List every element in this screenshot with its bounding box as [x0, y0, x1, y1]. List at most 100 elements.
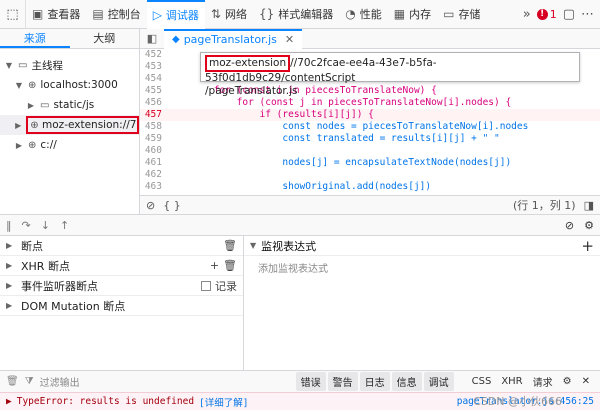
error-count-badge[interactable]: ! 1	[536, 8, 557, 21]
watch-header[interactable]: ▼ 监视表达式 +	[244, 236, 600, 256]
tab-memory[interactable]: ▦ 内存	[388, 0, 437, 29]
watch-input[interactable]: 添加监视表达式	[244, 256, 600, 279]
blackbox-icon[interactable]: ⊘	[146, 199, 155, 212]
tree-item-moz-extension[interactable]: ▶ ⊕ moz-extension://76b2	[0, 115, 139, 135]
debugger-controls-right: ⊘ ⚙	[565, 219, 594, 232]
filter-icon: ⧩	[24, 376, 34, 387]
tab-console[interactable]: ▤ 控制台	[86, 0, 146, 29]
accordion-actions: 🗑	[223, 239, 237, 252]
performance-icon: ◔	[345, 7, 356, 21]
filter-input[interactable]: 过滤输出	[40, 374, 80, 389]
devtools-toolbar: ⬚ ▣ 查看器 ▤ 控制台 ▷ 调试器 ⇅ 网络 {} 样式编辑器 ◔ 性能 ▦ 内存 ▭ 存储…	[0, 0, 600, 29]
tree-item-static-js[interactable]: ▶ ▭ static/js	[0, 95, 139, 115]
accordion-actions: 记录	[201, 278, 237, 294]
sources-tabs: 来源 大纲	[0, 29, 139, 49]
toggle-sidebar-right-icon[interactable]: ◨	[584, 199, 594, 212]
toolbar-right: » ! 1 ▢ ⋯	[523, 7, 600, 22]
deactivate-breakpoints-icon[interactable]: ⊘	[565, 219, 574, 232]
editor-footer: ⊘ { } (行 1，列 1) ◨	[140, 195, 600, 214]
globe-icon: ⊕	[28, 79, 37, 91]
debugger-icon: ▷	[152, 8, 162, 22]
error-arrow-icon[interactable]: ▶	[6, 396, 12, 407]
filter-xhr[interactable]: XHR	[497, 376, 526, 387]
console-icon: ▤	[92, 7, 104, 21]
trash-icon[interactable]: 🗑	[223, 239, 237, 252]
code-line: 458 const nodes = piecesToTranslateNow[i…	[144, 121, 529, 132]
filter-debug[interactable]: 调试	[423, 372, 454, 391]
cursor-position: (行 1，列 1)	[513, 199, 576, 212]
collapsed-arrow-icon: ▶	[15, 120, 22, 130]
filter-warnings[interactable]: 警告	[327, 372, 358, 391]
tab-performance[interactable]: ◔ 性能	[339, 0, 387, 29]
toggle-sidebar-icon[interactable]: ◧	[140, 32, 164, 45]
tab-style-editor[interactable]: {} 样式编辑器	[253, 0, 339, 29]
step-in-icon[interactable]: ↓	[41, 219, 50, 232]
filter-requests[interactable]: 请求	[529, 374, 557, 389]
code-line: 459 const translated = results[i][j] + "…	[144, 133, 500, 144]
tab-inspector[interactable]: ▣ 查看器	[26, 0, 86, 29]
filter-css[interactable]: CSS	[468, 376, 496, 387]
tab-debugger[interactable]: ▷ 调试器	[146, 0, 205, 29]
close-split-console-icon[interactable]: ✕	[578, 376, 594, 387]
watch-panel: ▼ 监视表达式 + 添加监视表达式	[244, 236, 600, 370]
tab-storage[interactable]: ▭ 存储	[437, 0, 486, 29]
tab-network[interactable]: ⇅ 网络	[205, 0, 253, 29]
collapsed-arrow-icon: ▶	[6, 241, 13, 250]
console-toolbar: 🗑 ⧩ 过滤输出 错误 警告 日志 信息 调试 CSS XHR 请求 ⚙ ✕	[0, 370, 600, 392]
accordion-xhr-breakpoints[interactable]: ▶ XHR 断点 + 🗑	[0, 256, 243, 276]
tree-item-localhost[interactable]: ▼ ⊕ localhost:3000	[0, 75, 139, 95]
console-settings-gear-icon[interactable]: ⚙	[559, 376, 576, 387]
plus-icon[interactable]: +	[210, 259, 219, 272]
accordion-event-listener-breakpoints[interactable]: ▶ 事件监听器断点 记录	[0, 276, 243, 296]
collapsed-arrow-icon: ▶	[27, 100, 35, 110]
accordion-breakpoints[interactable]: ▶ 断点 🗑	[0, 236, 243, 256]
code-line: 461 nodes[j] = encapsulateTextNode(nodes…	[144, 157, 512, 168]
memory-icon: ▦	[393, 7, 406, 21]
sources-panel: 来源 大纲 ▼ ▭ 主线程 ▼ ⊕ localhost:3000 ▶ ▭ sta…	[0, 29, 140, 214]
close-icon[interactable]: ✕	[285, 33, 294, 46]
collapsed-arrow-icon: ▶	[6, 281, 13, 290]
code-line-error: 457 if (results[i][j]) {	[140, 109, 600, 121]
expanded-arrow-icon: ▼	[15, 80, 23, 90]
more-options-icon[interactable]: ⋯	[581, 7, 594, 22]
collapsed-arrow-icon: ▶	[15, 140, 23, 150]
dock-icon[interactable]: ▢	[563, 7, 575, 22]
source-url-tooltip: moz-extension//70c2fcae-ee4a-43e7-b5fa-5…	[200, 52, 580, 97]
network-icon: ⇅	[210, 7, 221, 21]
log-checkbox[interactable]	[201, 280, 211, 291]
element-picker-icon[interactable]: ⬚	[0, 0, 26, 29]
highlight-box: moz-extension	[205, 55, 291, 72]
filter-errors[interactable]: 错误	[295, 372, 326, 391]
style-editor-icon: {}	[258, 7, 275, 21]
folder-icon: ▭	[40, 99, 50, 111]
step-out-icon[interactable]: ↑	[60, 219, 69, 232]
console-filters: 错误 警告 日志 信息 调试 CSS XHR 请求 ⚙ ✕	[295, 372, 594, 391]
filter-info[interactable]: 信息	[391, 372, 422, 391]
pretty-print-button[interactable]: { }	[163, 199, 181, 212]
clear-console-icon[interactable]: 🗑	[6, 376, 19, 387]
accordion-actions: + 🗑	[210, 259, 237, 272]
file-tab[interactable]: ◆ pageTranslator.js ✕	[164, 28, 303, 49]
step-over-icon[interactable]: ↷	[22, 219, 31, 232]
storage-icon: ▭	[443, 7, 455, 21]
file-icon: ◆	[172, 34, 180, 45]
tab-sources[interactable]: 来源	[0, 29, 70, 48]
code-line: 462	[144, 169, 162, 180]
expanded-arrow-icon: ▼	[250, 241, 257, 250]
trash-icon[interactable]: 🗑	[223, 259, 237, 272]
tab-outline[interactable]: 大纲	[70, 29, 140, 48]
highlight-box: ⊕ moz-extension://76b2	[26, 116, 139, 134]
filter-logs[interactable]: 日志	[359, 372, 390, 391]
tree-item-main-thread[interactable]: ▼ ▭ 主线程	[0, 55, 139, 75]
globe-icon: ⊕	[28, 139, 37, 151]
editor-tabs: ◧ ◆ pageTranslator.js ✕	[140, 28, 600, 49]
settings-gear-icon[interactable]: ⚙	[584, 219, 594, 232]
overflow-chevron-icon[interactable]: »	[523, 7, 531, 22]
add-watch-icon[interactable]: +	[581, 237, 594, 255]
tree-item-c-drive[interactable]: ▶ ⊕ c://	[0, 135, 139, 155]
error-icon: !	[536, 8, 548, 20]
pause-icon[interactable]: ‖	[6, 219, 12, 232]
watermark: CSDN @小伙666	[473, 395, 562, 408]
accordion-dom-mutation-breakpoints[interactable]: ▶ DOM Mutation 断点	[0, 296, 243, 316]
learn-more-link[interactable]: [详细了解]	[199, 395, 248, 409]
